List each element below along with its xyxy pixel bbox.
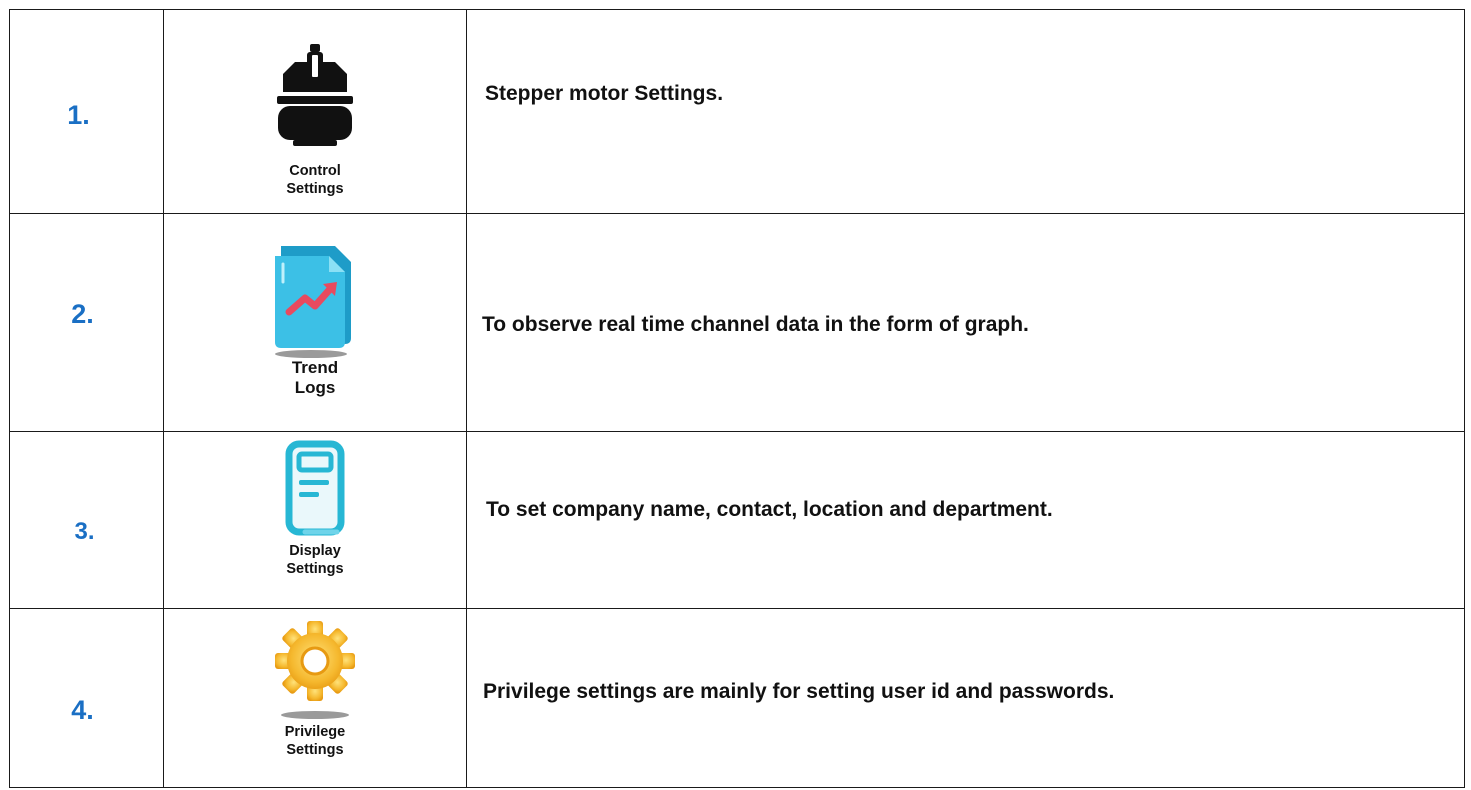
caption-line: Privilege <box>284 724 346 740</box>
row-description: To observe real time channel data in the… <box>466 213 1465 432</box>
caption-line: Settings <box>286 561 344 577</box>
stepper-motor-icon <box>277 44 353 146</box>
caption-line: Settings <box>286 742 344 758</box>
row-description: Privilege settings are mainly for settin… <box>466 608 1465 788</box>
row-number: 3. <box>9 431 164 609</box>
display-document-icon <box>285 440 345 536</box>
table-row: 2. Trend Logs To observe real time chann… <box>9 213 1465 432</box>
caption-line: Display <box>289 543 341 559</box>
table-row: 3. Display Settings To set company name,… <box>9 431 1465 609</box>
row-number: 1. <box>9 9 164 214</box>
caption-line: Control <box>289 163 341 179</box>
caption-line: Logs <box>294 378 336 397</box>
control-settings-cell[interactable]: Control Settings <box>163 9 467 214</box>
caption-line: Settings <box>286 181 344 197</box>
trend-logs-cell[interactable]: Trend Logs <box>163 213 467 432</box>
table-row: 1. Control Settings Stepper motor Settin… <box>9 9 1465 214</box>
row-description: Stepper motor Settings. <box>466 9 1465 214</box>
row-number: 2. <box>9 213 164 432</box>
trend-chart-document-icon <box>275 246 351 358</box>
privilege-settings-cell[interactable]: Privilege Settings <box>163 608 467 788</box>
caption-line: Trend <box>291 358 339 377</box>
gear-icon <box>275 621 355 719</box>
settings-table: 1. Control Settings Stepper motor Settin… <box>9 9 1465 788</box>
display-settings-cell[interactable]: Display Settings <box>163 431 467 609</box>
row-number: 4. <box>9 608 164 788</box>
row-description: To set company name, contact, location a… <box>466 431 1465 609</box>
table-row: 4. Privilege Settings Privilege settings… <box>9 608 1465 788</box>
